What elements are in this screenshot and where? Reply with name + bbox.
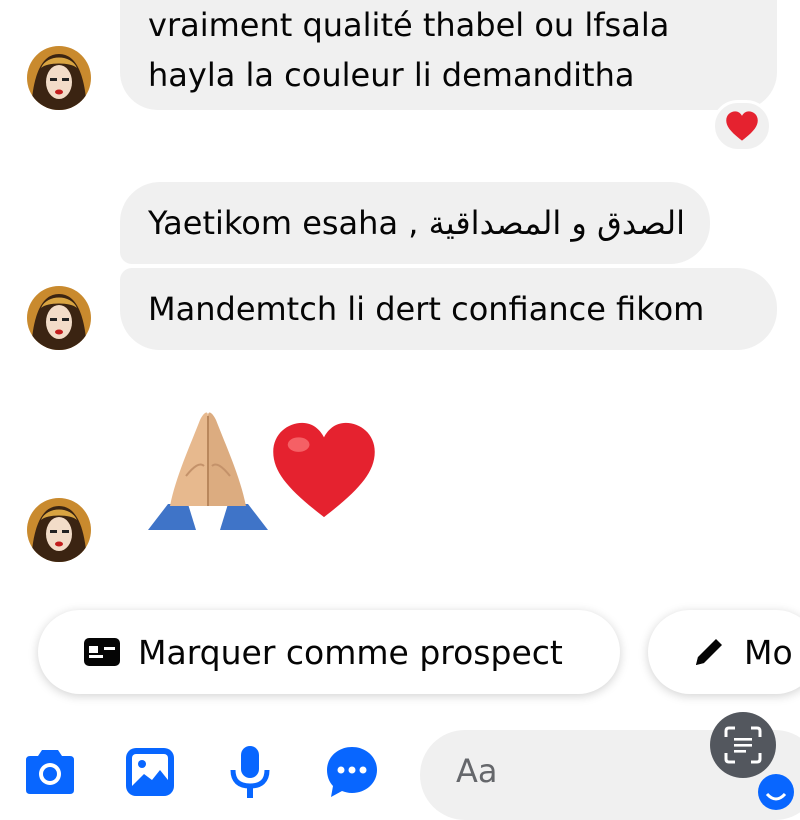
image-icon	[126, 748, 174, 796]
scan-text-button[interactable]	[710, 712, 776, 778]
avatar[interactable]	[27, 498, 91, 562]
chip-label: Marquer comme prospect	[138, 632, 563, 672]
camera-icon	[26, 750, 74, 794]
avatar[interactable]	[27, 286, 91, 350]
message-line: vraiment qualité thabel ou lfsala	[148, 6, 670, 44]
message-text: Mandemtch li dert confiance fikom	[148, 290, 705, 328]
chip-label: Mo	[744, 632, 793, 672]
modify-button[interactable]: Mo	[648, 610, 800, 694]
message-text: Yaetikom esaha , الصدق و المصداقية	[148, 204, 686, 242]
folded-hands-icon	[148, 412, 268, 530]
message-line: hayla la couleur li demanditha	[148, 56, 635, 94]
mark-as-prospect-button[interactable]: Marquer comme prospect	[38, 610, 620, 694]
avatar[interactable]	[27, 46, 91, 110]
more-options-button[interactable]	[322, 742, 382, 802]
pencil-icon	[692, 635, 726, 669]
message-reaction[interactable]	[712, 100, 772, 152]
message-bubble[interactable]: Yaetikom esaha , الصدق و المصداقية	[120, 182, 710, 264]
emoji-message[interactable]	[140, 400, 390, 530]
message-input-placeholder: Aa	[456, 752, 498, 790]
scan-text-icon	[724, 726, 762, 764]
red-heart-icon	[273, 422, 375, 518]
voice-button[interactable]	[220, 742, 280, 802]
message-bubble[interactable]: Mandemtch li dert confiance fikom	[120, 268, 777, 350]
more-chat-icon	[327, 747, 377, 797]
microphone-icon	[230, 746, 270, 798]
camera-button[interactable]	[20, 742, 80, 802]
gallery-button[interactable]	[120, 742, 180, 802]
message-bubble[interactable]: vraiment qualité thabel ou lfsala hayla …	[120, 0, 777, 110]
heart-icon	[726, 111, 758, 141]
emoji-icon[interactable]	[756, 772, 796, 812]
id-card-icon	[84, 638, 120, 666]
